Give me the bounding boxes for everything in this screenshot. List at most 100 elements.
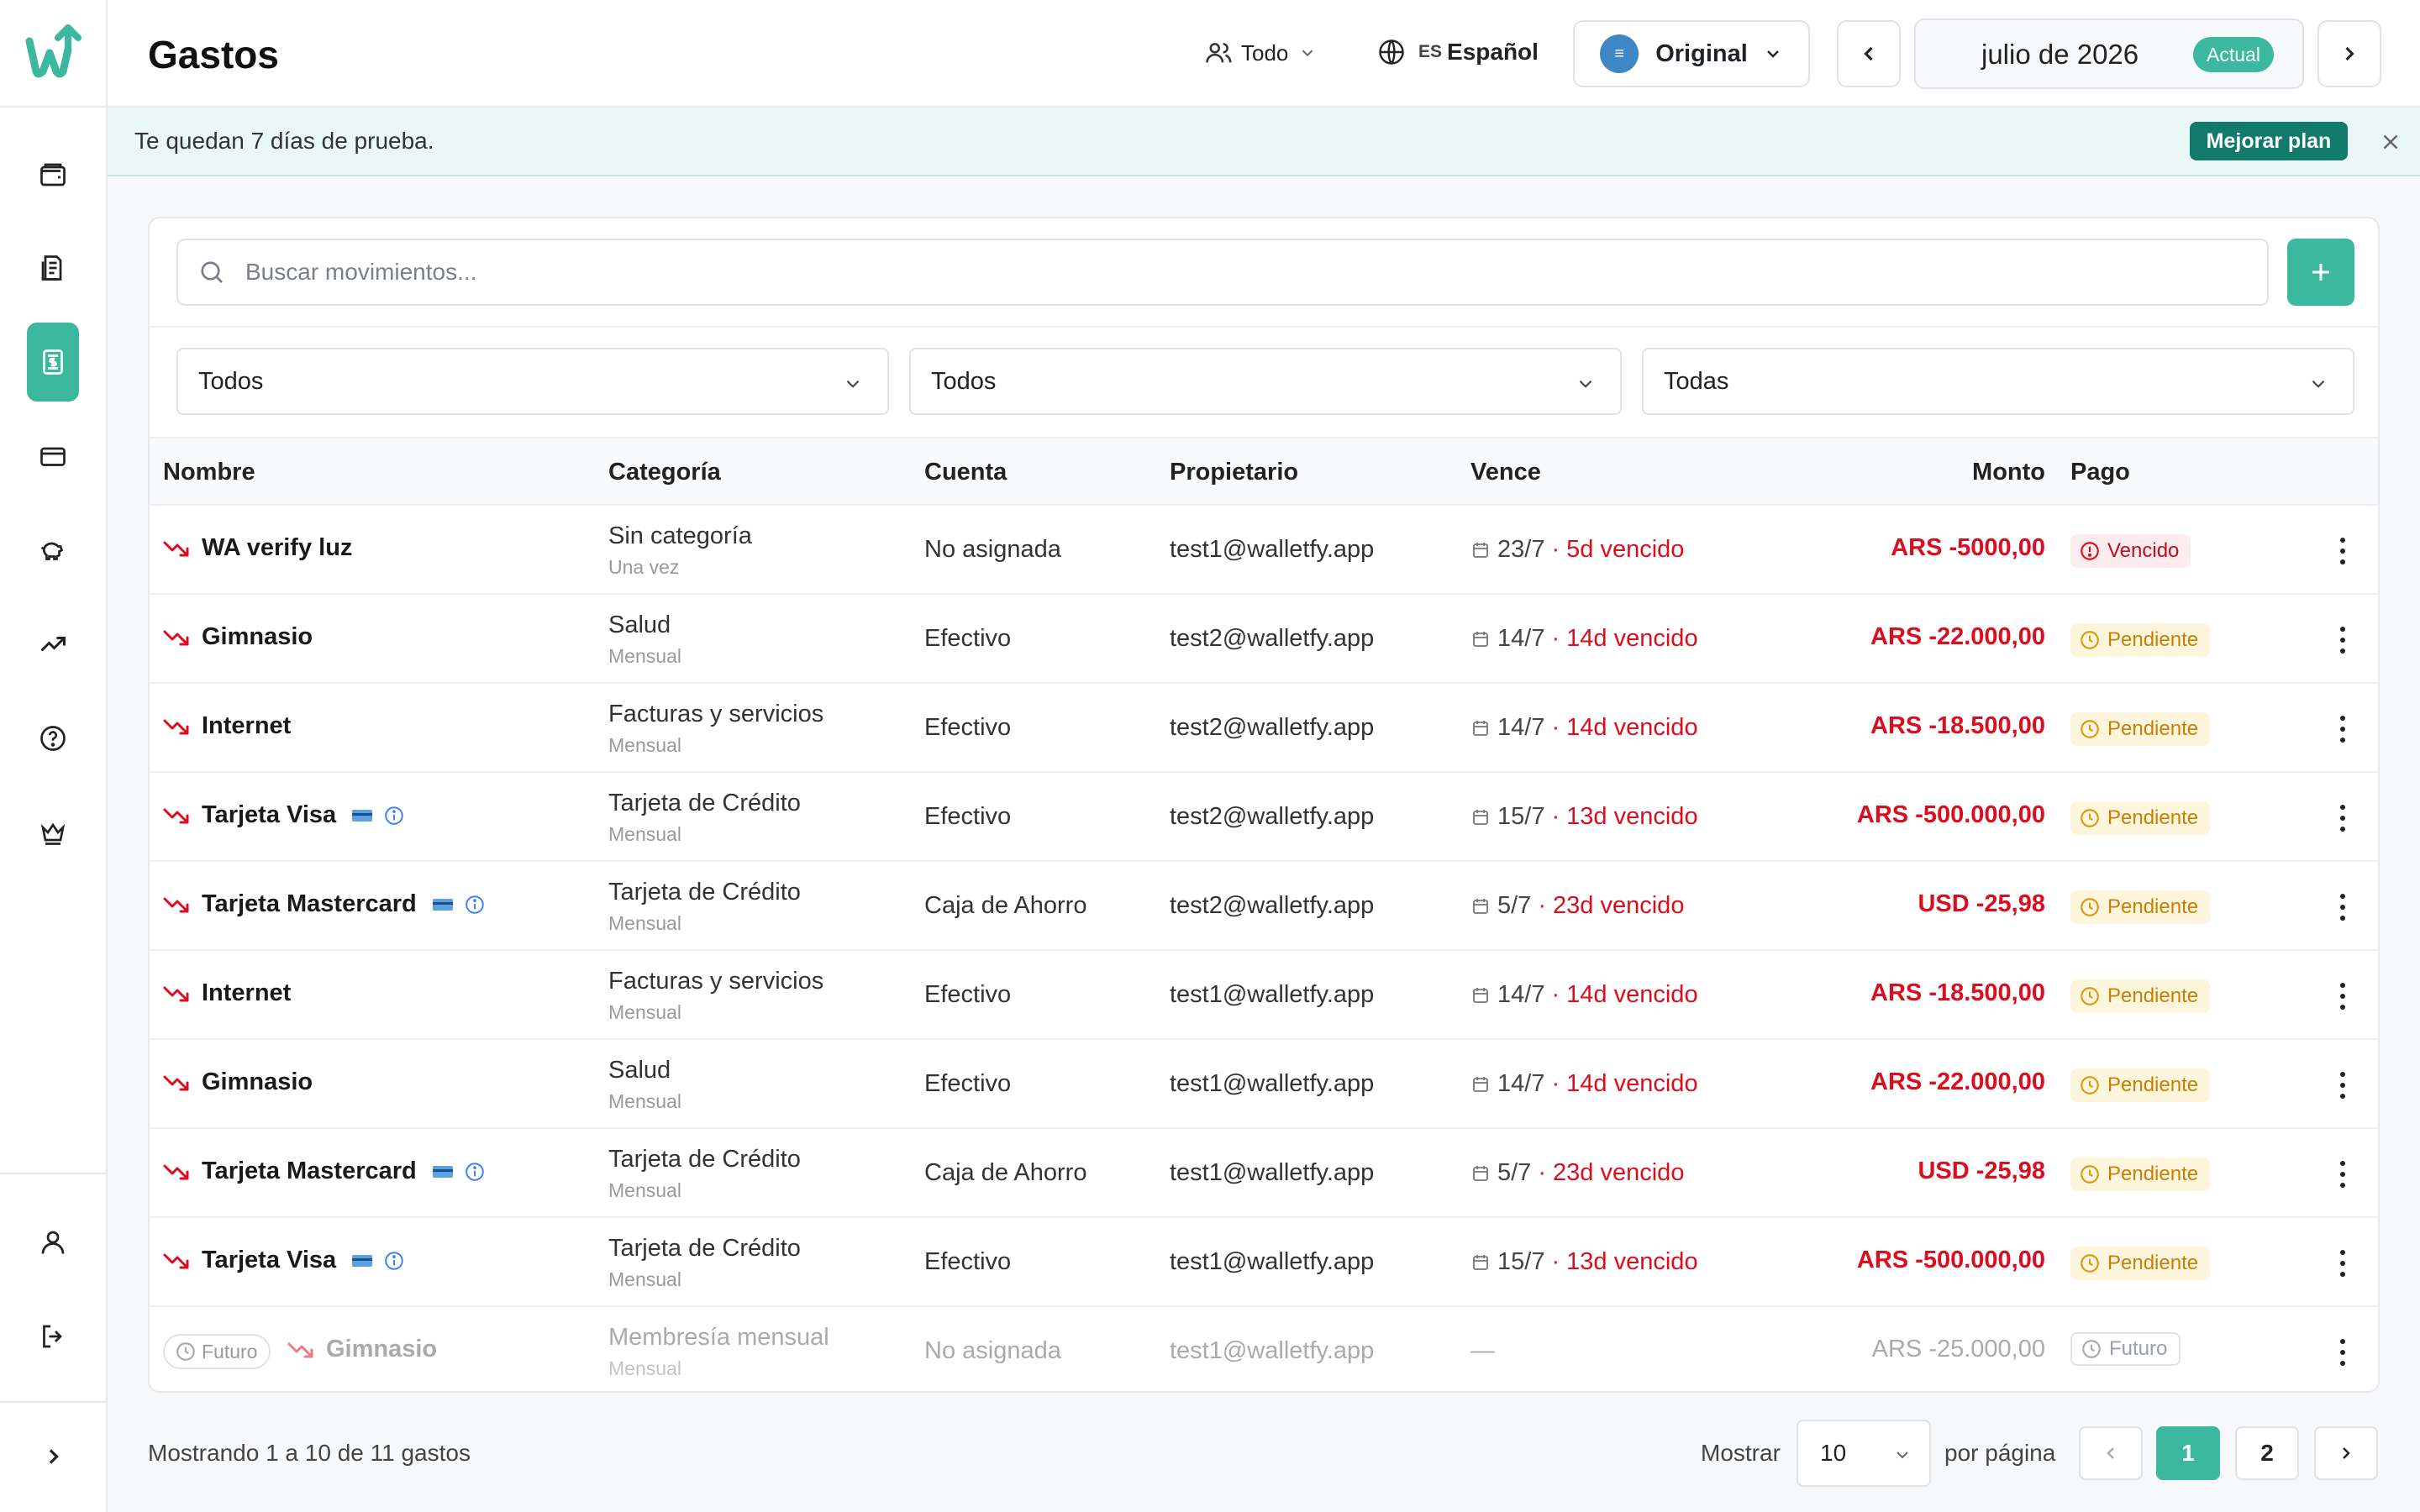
table-row[interactable]: Tarjeta Visa Tarjeta de Crédito Mensual Efe… bbox=[150, 773, 2378, 862]
next-month-button[interactable] bbox=[2317, 20, 2381, 87]
row-actions-menu[interactable] bbox=[2334, 890, 2351, 924]
table-row[interactable]: Gimnasio Salud Mensual Efectivo test1@wallet… bbox=[150, 1040, 2378, 1129]
search-input[interactable] bbox=[245, 254, 2245, 291]
table-row[interactable]: Tarjeta Visa Tarjeta de Crédito Mensual Efe… bbox=[150, 1218, 2378, 1307]
filter-select-1[interactable]: Todos bbox=[176, 348, 889, 415]
credit-card-icon bbox=[432, 898, 453, 911]
frequency: Mensual bbox=[608, 912, 681, 934]
current-month-badge: Actual bbox=[2193, 37, 2274, 72]
filter-select-2[interactable]: Todos bbox=[909, 348, 1622, 415]
category: Facturas y servicios bbox=[608, 701, 824, 727]
expense-name[interactable]: Gimnasio bbox=[202, 1068, 313, 1096]
sidebar-expand-button[interactable] bbox=[27, 1418, 79, 1495]
chevron-down-icon bbox=[2312, 380, 2325, 388]
trending-down-icon bbox=[163, 897, 189, 912]
search-box[interactable] bbox=[176, 239, 2269, 306]
table-row[interactable]: Tarjeta Mastercard Tarjeta de Crédito Mens… bbox=[150, 1129, 2378, 1218]
nav-savings[interactable] bbox=[27, 511, 79, 590]
page-size-select[interactable]: 10 bbox=[1797, 1420, 1931, 1487]
nav-reports[interactable] bbox=[27, 228, 79, 307]
expenses-card: Todos Todos Todas Nombre Categoría Cuent… bbox=[148, 217, 2380, 1393]
info-button[interactable] bbox=[464, 894, 486, 916]
table-row[interactable]: WA verify luz Sin categoría Una vez No asig… bbox=[150, 506, 2378, 595]
nav-logout[interactable] bbox=[27, 1297, 79, 1376]
row-actions-menu[interactable] bbox=[2334, 712, 2351, 746]
frequency: Mensual bbox=[608, 1090, 681, 1112]
nav-investments[interactable] bbox=[27, 605, 79, 684]
language-selector[interactable]: ES Español bbox=[1376, 37, 1539, 67]
expense-name[interactable]: Tarjeta Mastercard bbox=[202, 890, 417, 918]
row-actions-menu[interactable] bbox=[2334, 1068, 2351, 1102]
expense-name[interactable]: Tarjeta Visa bbox=[202, 1247, 336, 1274]
expense-name[interactable]: Internet bbox=[202, 712, 291, 740]
expense-name[interactable]: Gimnasio bbox=[202, 623, 313, 651]
row-actions-menu[interactable] bbox=[2334, 623, 2351, 657]
expense-name-cell: Internet bbox=[163, 979, 291, 1007]
column-header-due[interactable]: Vence bbox=[1470, 459, 1541, 486]
calendar-icon bbox=[1473, 720, 1488, 736]
column-header-name[interactable]: Nombre bbox=[163, 459, 255, 486]
expense-name[interactable]: Tarjeta Visa bbox=[202, 801, 336, 829]
table-row[interactable]: Internet Facturas y servicios Mensual Efect… bbox=[150, 951, 2378, 1040]
pagination-page-2[interactable]: 2 bbox=[2235, 1426, 2299, 1480]
expense-name[interactable]: WA verify luz bbox=[202, 534, 352, 562]
row-actions-menu[interactable] bbox=[2334, 1336, 2351, 1369]
table-row[interactable]: Tarjeta Mastercard Tarjeta de Crédito Mens… bbox=[150, 862, 2378, 951]
frequency: Una vez bbox=[608, 556, 680, 578]
clock-icon bbox=[2081, 1254, 2099, 1273]
info-button[interactable] bbox=[383, 1250, 405, 1272]
nav-premium[interactable] bbox=[27, 793, 79, 872]
app-logo[interactable] bbox=[0, 0, 106, 108]
frequency: Mensual bbox=[608, 1001, 681, 1023]
status-badge: Futuro bbox=[2070, 1332, 2181, 1366]
nav-expenses[interactable] bbox=[27, 323, 79, 402]
expense-name[interactable]: Tarjeta Mastercard bbox=[202, 1158, 417, 1185]
top-header: Gastos Todo ES Español ≡ Original julio … bbox=[108, 0, 2420, 108]
nav-help[interactable] bbox=[27, 699, 79, 778]
category: Tarjeta de Crédito bbox=[608, 879, 801, 906]
currency-mode-selector[interactable]: ≡ Original bbox=[1573, 20, 1810, 87]
sidebar-divider bbox=[0, 1401, 108, 1403]
add-expense-button[interactable] bbox=[2287, 239, 2354, 306]
clock-icon bbox=[2081, 1076, 2099, 1095]
info-button[interactable] bbox=[464, 1161, 486, 1183]
pagination-prev-button[interactable] bbox=[2079, 1426, 2143, 1480]
column-header-category[interactable]: Categoría bbox=[608, 459, 721, 486]
expense-name[interactable]: Gimnasio bbox=[326, 1336, 437, 1363]
previous-month-button[interactable] bbox=[1837, 20, 1901, 87]
upgrade-plan-button[interactable]: Mejorar plan bbox=[2190, 122, 2348, 160]
row-actions-menu[interactable] bbox=[2334, 1158, 2351, 1191]
filter-select-3[interactable]: Todas bbox=[1642, 348, 2354, 415]
row-actions-menu[interactable] bbox=[2334, 1247, 2351, 1280]
owner-email: test1@walletfy.app bbox=[1170, 1248, 1375, 1275]
people-filter[interactable]: Todo bbox=[1204, 39, 1317, 67]
clock-icon bbox=[176, 1342, 195, 1361]
table-row[interactable]: Gimnasio Salud Mensual Efectivo test2@wallet… bbox=[150, 595, 2378, 684]
row-actions-menu[interactable] bbox=[2334, 534, 2351, 568]
pagination-page-1[interactable]: 1 bbox=[2156, 1426, 2220, 1480]
chevron-down-icon bbox=[1302, 50, 1313, 57]
row-actions-menu[interactable] bbox=[2334, 801, 2351, 835]
amount: ARS -5000,00 bbox=[1891, 534, 2045, 561]
pagination-next-button[interactable] bbox=[2314, 1426, 2378, 1480]
table-row-future[interactable]: Futuro Gimnasio Membresía mensual Mensual No… bbox=[150, 1307, 2378, 1391]
due-date-value: 14/7 bbox=[1497, 714, 1545, 741]
language-label: Español bbox=[1447, 39, 1539, 65]
nav-profile[interactable] bbox=[27, 1203, 79, 1282]
account: No asignada bbox=[924, 1337, 1061, 1364]
nav-wallet[interactable] bbox=[27, 135, 79, 214]
row-actions-menu[interactable] bbox=[2334, 979, 2351, 1013]
status-badge: Pendiente bbox=[2070, 1068, 2211, 1102]
info-button[interactable] bbox=[383, 805, 405, 827]
expense-name[interactable]: Internet bbox=[202, 979, 291, 1007]
column-header-amount[interactable]: Monto bbox=[1972, 459, 2045, 486]
column-header-owner[interactable]: Propietario bbox=[1170, 459, 1298, 486]
table-row[interactable]: Internet Facturas y servicios Mensual Efect… bbox=[150, 684, 2378, 773]
nav-cards[interactable] bbox=[27, 417, 79, 496]
chevron-down-icon bbox=[1897, 1452, 1908, 1459]
close-icon[interactable] bbox=[2378, 129, 2403, 155]
expense-name-cell: Gimnasio bbox=[287, 1336, 437, 1363]
column-header-account[interactable]: Cuenta bbox=[924, 459, 1007, 486]
column-header-payment[interactable]: Pago bbox=[2070, 459, 2130, 486]
owner-email: test1@walletfy.app bbox=[1170, 1337, 1375, 1364]
